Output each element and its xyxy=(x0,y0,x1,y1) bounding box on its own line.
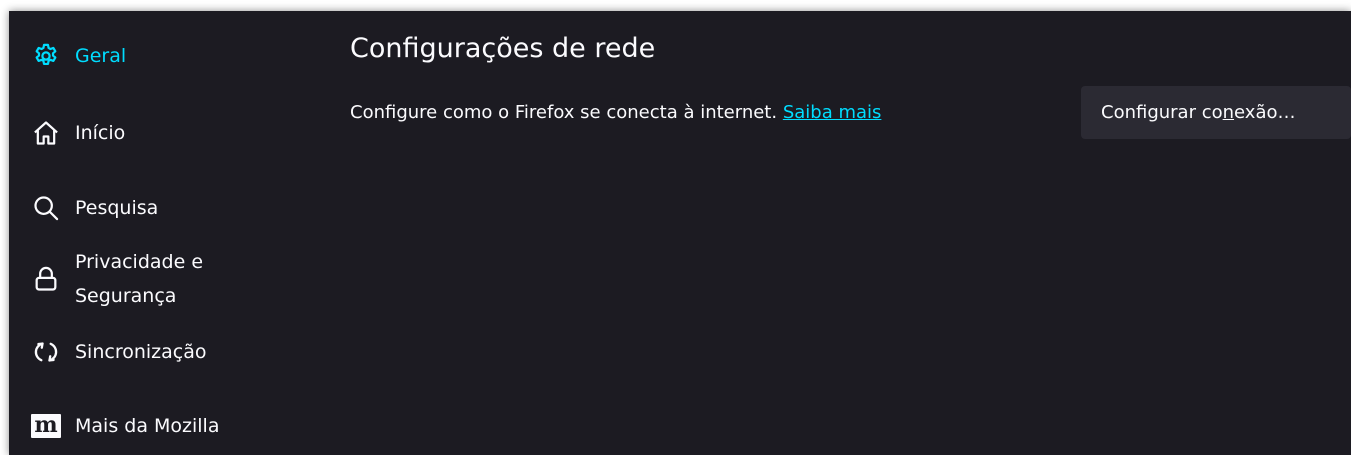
sync-icon xyxy=(31,337,61,367)
sidebar-item-general[interactable]: Geral xyxy=(31,41,126,71)
sidebar-item-label: Sincronização xyxy=(75,341,207,363)
network-description: Configure como o Firefox se conecta à in… xyxy=(350,102,881,123)
network-settings-section: Configurações de rede Configure como o F… xyxy=(347,11,1351,455)
sidebar-item-more-from-mozilla[interactable]: m Mais da Mozilla xyxy=(31,411,219,441)
sidebar-item-home[interactable]: Início xyxy=(31,118,125,148)
sidebar-item-label: Mais da Mozilla xyxy=(75,415,220,437)
screenshot-frame: Geral Início Pesquisa Privacidade e Segu… xyxy=(0,0,1351,455)
home-icon xyxy=(31,118,61,148)
sidebar-item-label: Pesquisa xyxy=(75,197,159,219)
button-label-end: exão… xyxy=(1234,102,1296,123)
learn-more-link[interactable]: Saiba mais xyxy=(783,102,882,123)
section-title: Configurações de rede xyxy=(350,33,656,64)
sidebar-item-label: Privacidade e Segurança xyxy=(75,251,204,307)
sidebar-item-label: Geral xyxy=(75,45,127,67)
sidebar-item-search[interactable]: Pesquisa xyxy=(31,193,158,223)
configure-connection-button[interactable]: Configurar conexão… xyxy=(1081,86,1351,139)
sidebar-item-privacy[interactable]: Privacidade e Segurança xyxy=(31,245,265,313)
sidebar: Geral Início Pesquisa Privacidade e Segu… xyxy=(9,11,319,455)
button-access-key: n xyxy=(1222,102,1235,123)
gear-icon xyxy=(31,41,61,71)
description-text: Configure como o Firefox se conecta à in… xyxy=(350,102,778,123)
sidebar-item-sync[interactable]: Sincronização xyxy=(31,337,207,367)
lock-icon xyxy=(31,264,61,294)
button-label-start: Configurar co xyxy=(1101,102,1223,123)
sidebar-item-label: Início xyxy=(75,122,126,144)
mozilla-icon: m xyxy=(31,411,61,441)
search-icon xyxy=(31,193,61,223)
preferences-window: Geral Início Pesquisa Privacidade e Segu… xyxy=(9,11,1351,455)
